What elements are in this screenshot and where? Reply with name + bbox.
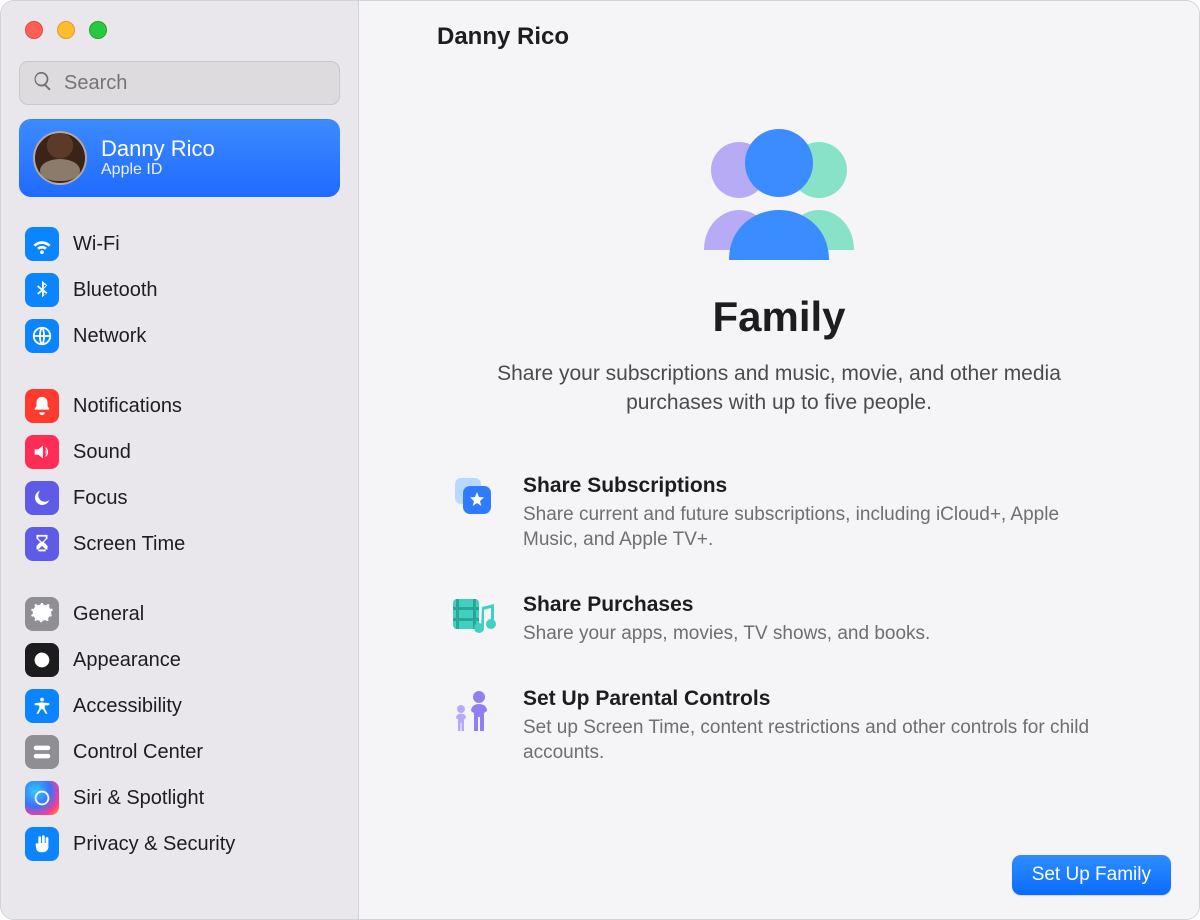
sidebar-item-siri-spotlight[interactable]: Siri & Spotlight [15, 775, 344, 821]
page-title: Danny Rico [359, 1, 1199, 75]
sidebar-item-apple-id[interactable]: Danny Rico Apple ID [19, 119, 340, 197]
sidebar-item-label: Siri & Spotlight [73, 787, 204, 810]
search-input[interactable] [64, 72, 327, 95]
family-hero-icon [669, 115, 889, 265]
parental-controls-icon [449, 687, 497, 735]
sidebar-item-label: Bluetooth [73, 279, 158, 302]
sidebar-item-general[interactable]: General [15, 591, 344, 637]
bluetooth-icon [25, 273, 59, 307]
feature-title: Set Up Parental Controls [523, 687, 1109, 711]
feature-share-subscriptions: Share Subscriptions Share current and fu… [449, 474, 1109, 553]
sidebar-item-label: Accessibility [73, 695, 182, 718]
sidebar-item-label: General [73, 603, 144, 626]
appearance-icon [25, 643, 59, 677]
hand-icon [25, 827, 59, 861]
sidebar-item-label: Network [73, 325, 146, 348]
sidebar-item-label: Screen Time [73, 533, 185, 556]
search-icon [32, 70, 54, 97]
account-name: Danny Rico [101, 137, 215, 161]
sidebar-item-label: Privacy & Security [73, 833, 235, 856]
sidebar-item-sound[interactable]: Sound [15, 429, 344, 475]
sidebar-item-screen-time[interactable]: Screen Time [15, 521, 344, 567]
siri-icon [25, 781, 59, 815]
sidebar-item-label: Appearance [73, 649, 181, 672]
share-purchases-icon [449, 593, 497, 641]
hourglass-icon [25, 527, 59, 561]
account-subtitle: Apple ID [101, 161, 215, 179]
sidebar-item-label: Notifications [73, 395, 182, 418]
globe-icon [25, 319, 59, 353]
family-heading: Family [712, 293, 845, 341]
sidebar-item-bluetooth[interactable]: Bluetooth [15, 267, 344, 313]
speaker-icon [25, 435, 59, 469]
feature-desc: Share current and future subscriptions, … [523, 502, 1109, 553]
close-window-button[interactable] [25, 21, 43, 39]
switches-icon [25, 735, 59, 769]
main-content: Danny Rico [359, 1, 1199, 919]
window-controls [1, 1, 358, 57]
feature-title: Share Subscriptions [523, 474, 1109, 498]
wifi-icon [25, 227, 59, 261]
sidebar-item-accessibility[interactable]: Accessibility [15, 683, 344, 729]
moon-icon [25, 481, 59, 515]
search-field[interactable] [19, 61, 340, 105]
accessibility-icon [25, 689, 59, 723]
feature-list: Share Subscriptions Share current and fu… [449, 474, 1109, 766]
sidebar-item-wifi[interactable]: Wi-Fi [15, 221, 344, 267]
share-subscriptions-icon [449, 474, 497, 522]
family-description: Share your subscriptions and music, movi… [459, 359, 1099, 418]
sidebar-item-network[interactable]: Network [15, 313, 344, 359]
sidebar: Danny Rico Apple ID Wi-Fi Bluetooth [1, 1, 359, 919]
feature-title: Share Purchases [523, 593, 930, 617]
gear-icon [25, 597, 59, 631]
sidebar-item-focus[interactable]: Focus [15, 475, 344, 521]
user-avatar [33, 131, 87, 185]
sidebar-item-notifications[interactable]: Notifications [15, 383, 344, 429]
sidebar-nav: Wi-Fi Bluetooth Network [1, 213, 358, 875]
sidebar-item-label: Wi-Fi [73, 233, 120, 256]
minimize-window-button[interactable] [57, 21, 75, 39]
set-up-family-button[interactable]: Set Up Family [1012, 855, 1171, 895]
settings-window: Danny Rico Apple ID Wi-Fi Bluetooth [0, 0, 1200, 920]
feature-share-purchases: Share Purchases Share your apps, movies,… [449, 593, 1109, 647]
sidebar-item-privacy-security[interactable]: Privacy & Security [15, 821, 344, 867]
sidebar-item-label: Focus [73, 487, 127, 510]
maximize-window-button[interactable] [89, 21, 107, 39]
feature-desc: Set up Screen Time, content restrictions… [523, 715, 1109, 766]
sidebar-item-label: Control Center [73, 741, 203, 764]
sidebar-item-appearance[interactable]: Appearance [15, 637, 344, 683]
sidebar-item-control-center[interactable]: Control Center [15, 729, 344, 775]
feature-parental-controls: Set Up Parental Controls Set up Screen T… [449, 687, 1109, 766]
bell-icon [25, 389, 59, 423]
feature-desc: Share your apps, movies, TV shows, and b… [523, 621, 930, 647]
sidebar-item-label: Sound [73, 441, 131, 464]
